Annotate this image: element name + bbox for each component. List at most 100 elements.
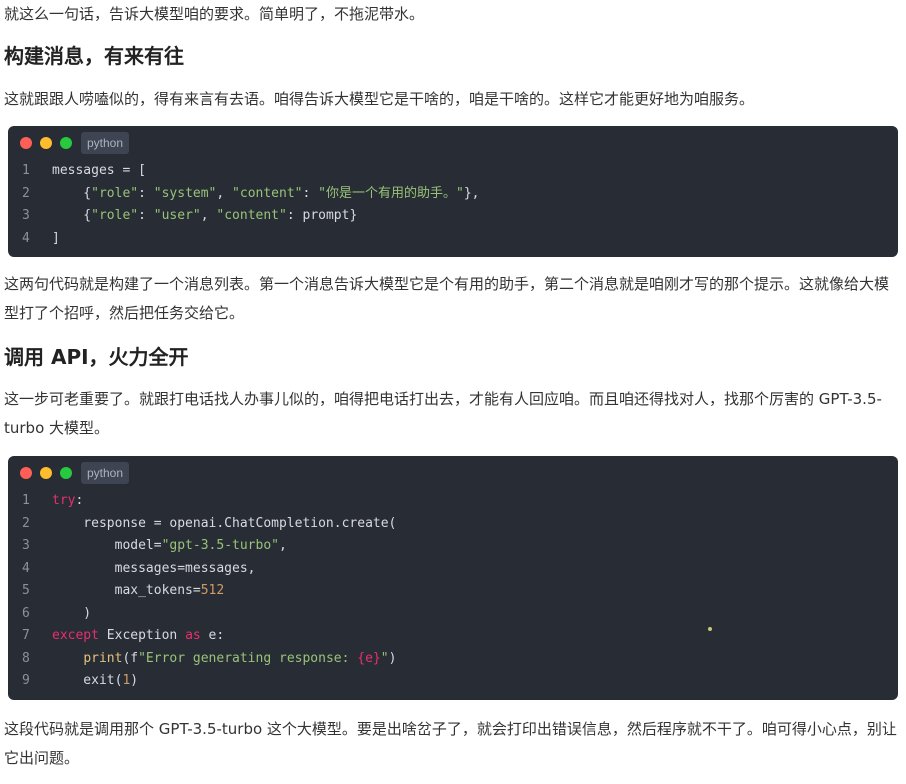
line-content: ] — [52, 228, 60, 251]
call-api-paragraph: 这一步可老重要了。就跟打电话找人办事儿似的，咱得把电话打出去，才能有人回应咱。而… — [4, 390, 882, 437]
code-token: max_tokens= — [52, 583, 201, 598]
code-token: : — [138, 185, 154, 201]
close-dot-icon — [20, 137, 32, 149]
code-token: ) — [130, 673, 139, 688]
maximize-dot-icon — [60, 467, 72, 479]
minimize-dot-icon — [40, 137, 52, 149]
code-token: "Error generating response: — [138, 650, 358, 666]
code-line: 4] — [8, 228, 898, 251]
code-token: : — [75, 493, 84, 508]
code-token: Exception — [98, 628, 186, 643]
intro-paragraph: 就这么一句话，告诉大模型咱的要求。简单明了，不拖泥带水。 — [4, 5, 425, 23]
line-number: 5 — [22, 583, 30, 598]
line-content: print(f"Error generating response: {e}") — [52, 648, 396, 671]
code-line: 9 exit(1) — [8, 670, 898, 693]
code-token: , — [200, 208, 217, 223]
minimize-dot-icon — [40, 467, 52, 479]
code-token: messages = [ — [52, 163, 146, 178]
code-line: 1 try: — [8, 490, 898, 513]
code-token: as — [185, 628, 201, 643]
line-number: 7 — [22, 628, 30, 643]
code-token: (f — [122, 650, 139, 666]
code-token: , — [278, 538, 287, 553]
code-token: , — [216, 185, 233, 201]
maximize-dot-icon — [60, 137, 72, 149]
code-block-api-call: python 1 try: 2 response = openai.ChatComp… — [8, 456, 898, 700]
messages-explanation-paragraph: 这两句代码就是构建了一个消息列表。第一个消息告诉大模型它是个有用的助手，第二个消… — [4, 275, 890, 322]
code-line: 6 ) — [8, 603, 898, 626]
language-badge: python — [81, 132, 130, 154]
line-content: max_tokens=512 — [52, 580, 225, 603]
code-token: e: — [200, 628, 225, 643]
decorative-speck — [708, 627, 712, 631]
language-badge: python — [81, 462, 130, 484]
code-token: 512 — [200, 583, 225, 598]
code-token: "gpt-3.5-turbo" — [161, 538, 279, 553]
code-token: "你是一个有用的助手。" — [318, 185, 464, 201]
code-line: 1 messages = [ — [8, 160, 898, 183]
line-content: messages=messages, — [52, 558, 256, 581]
code-token: " — [380, 650, 389, 666]
build-messages-paragraph: 这就跟跟人唠嗑似的，得有来言有去语。咱得告诉大模型它是干啥的，咱是干啥的。这样它… — [4, 90, 755, 108]
line-content: messages = [ — [52, 160, 146, 183]
code-token: "role" — [91, 185, 139, 201]
code-block-header: python — [8, 456, 898, 490]
line-number: 1 — [22, 493, 30, 508]
line-content: except Exception as e: — [52, 625, 224, 648]
code-token: "content" — [232, 185, 303, 201]
close-dot-icon — [20, 467, 32, 479]
line-content: exit(1) — [52, 670, 138, 693]
code-line: 3 model="gpt-3.5-turbo", — [8, 535, 898, 558]
line-number: 2 — [22, 515, 30, 531]
code-token: }, — [463, 185, 480, 201]
code-token: "content" — [216, 208, 287, 223]
code-token: { — [52, 185, 92, 201]
line-number: 4 — [22, 230, 30, 246]
code-block-messages: python 1 messages = [2 {"role": "system",… — [8, 126, 898, 257]
code-token: {e} — [357, 650, 381, 666]
code-line: 7 except Exception as e: — [8, 625, 898, 648]
code-token: : — [302, 185, 319, 201]
line-number: 4 — [22, 560, 30, 576]
line-content: model="gpt-3.5-turbo", — [52, 535, 287, 558]
code-token: ] — [52, 230, 60, 246]
api-explanation-paragraph: 这段代码就是调用那个 GPT-3.5-turbo 这个大模型。要是出啥岔子了，就… — [4, 720, 897, 767]
section-heading-build-messages: 构建消息，有来有往 — [4, 44, 184, 68]
code-line: 3 {"role": "user", "content": prompt} — [8, 205, 898, 228]
line-number: 6 — [22, 605, 30, 621]
code-token: : — [138, 208, 154, 223]
code-line: 8 print(f"Error generating response: {e}… — [8, 648, 898, 671]
code-line: 4 messages=messages, — [8, 558, 898, 581]
line-number: 9 — [22, 673, 30, 688]
code-block-header: python — [8, 126, 898, 160]
code-token: "user" — [153, 208, 201, 223]
code-token: try — [52, 493, 76, 508]
code-token: ) — [52, 605, 92, 621]
code-lines: 1 try: 2 response = openai.ChatCompletion.… — [8, 490, 898, 693]
section-heading-call-api: 调用 API，火力全开 — [4, 345, 189, 369]
code-token: : prompt} — [286, 208, 358, 223]
line-number: 8 — [22, 650, 30, 666]
code-token: messages=messages, — [52, 560, 256, 576]
code-token: exit( — [52, 673, 123, 688]
line-content: {"role": "system", "content": "你是一个有用的助手… — [52, 183, 479, 206]
line-number: 3 — [22, 208, 30, 223]
code-token: "system" — [153, 185, 217, 201]
line-content: try: — [52, 490, 83, 513]
code-token: response = openai.ChatCompletion.create( — [52, 515, 397, 531]
line-number: 3 — [22, 538, 30, 553]
code-token: print — [83, 650, 123, 666]
code-token: ) — [388, 650, 397, 666]
code-token: model= — [52, 538, 162, 553]
code-line: 2 response = openai.ChatCompletion.creat… — [8, 513, 898, 536]
code-lines: 1 messages = [2 {"role": "system", "conte… — [8, 160, 898, 250]
line-number: 1 — [22, 163, 30, 178]
line-content: response = openai.ChatCompletion.create( — [52, 513, 396, 536]
line-content: ) — [52, 603, 91, 626]
line-number: 2 — [22, 185, 30, 201]
code-token: "role" — [91, 208, 139, 223]
code-line: 2 {"role": "system", "content": "你是一个有用的… — [8, 183, 898, 206]
code-token: { — [52, 208, 92, 223]
line-content: {"role": "user", "content": prompt} — [52, 205, 357, 228]
